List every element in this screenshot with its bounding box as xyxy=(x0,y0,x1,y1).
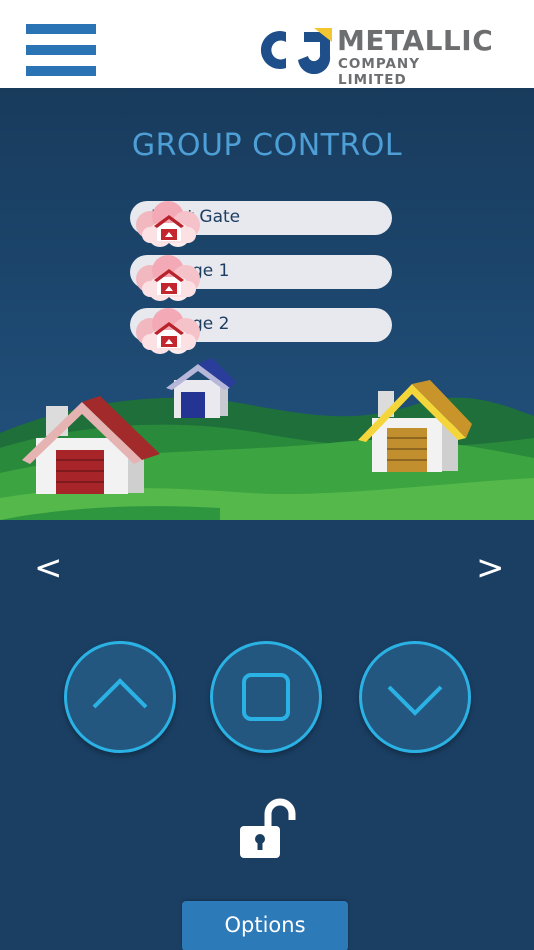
cloud-garage-icon[interactable] xyxy=(130,255,208,305)
stop-square-icon xyxy=(242,673,290,721)
options-button[interactable]: Options xyxy=(182,901,348,950)
stop-button[interactable] xyxy=(210,641,322,753)
company-logo: METALLIC COMPANY LIMITED xyxy=(260,24,494,88)
cj-logo-mark-icon xyxy=(260,28,332,75)
close-down-button[interactable] xyxy=(359,641,471,753)
chevron-down-icon xyxy=(387,685,443,716)
group-item-garage-1[interactable]: Garage 1 xyxy=(130,255,392,301)
yellow-house xyxy=(358,380,472,472)
small-blue-house xyxy=(166,358,236,418)
houses-scene: GROUP CONTROL Front Gate Garage 1 xyxy=(0,88,534,520)
cloud-garage-icon[interactable] xyxy=(130,308,208,358)
group-item-front-gate[interactable]: Front Gate xyxy=(130,201,392,247)
logo-text-line2: COMPANY LIMITED xyxy=(338,56,420,88)
cloud-garage-icon[interactable] xyxy=(130,201,208,251)
options-label: Options xyxy=(224,913,306,937)
logo-text-line1: METALLIC xyxy=(337,24,494,57)
unlocked-padlock-icon[interactable] xyxy=(236,798,300,868)
group-item-garage-2[interactable]: Garage 2 xyxy=(130,308,392,354)
main-panel: GROUP CONTROL Front Gate Garage 1 xyxy=(0,88,534,950)
previous-arrow[interactable]: < xyxy=(34,548,63,588)
top-bar: METALLIC COMPANY LIMITED xyxy=(0,0,534,88)
open-up-button[interactable] xyxy=(64,641,176,753)
hamburger-menu-icon[interactable] xyxy=(26,24,96,76)
chevron-up-icon xyxy=(92,678,148,709)
next-arrow[interactable]: > xyxy=(476,548,505,588)
page-title: GROUP CONTROL xyxy=(131,128,403,163)
